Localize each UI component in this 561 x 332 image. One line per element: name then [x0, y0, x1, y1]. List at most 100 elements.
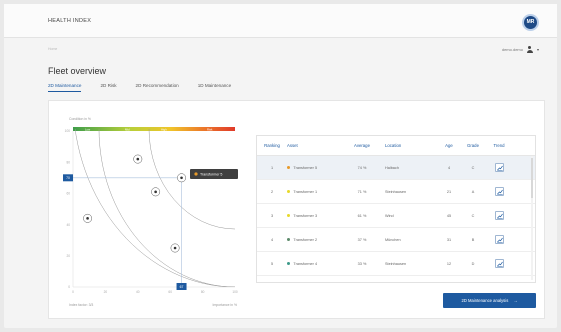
x-tick-label: 100	[232, 290, 238, 294]
y-tick-label: 80	[66, 160, 70, 164]
col-trend[interactable]: Trend	[484, 143, 514, 148]
y-tick-label: 100	[65, 129, 71, 133]
asset-name: Transformer 3	[293, 213, 318, 218]
cell-location: München	[385, 237, 401, 242]
table-row[interactable]: 1 Transformer 5 74 % Halbach 4 C	[257, 156, 535, 180]
top-bar: HEALTH INDEX MR	[4, 4, 557, 38]
cell-grade: D	[471, 261, 475, 266]
maintenance-analysis-button[interactable]: 2D Maintenance analysis →	[443, 293, 536, 308]
arrow-right-icon: →	[513, 298, 518, 303]
overview-card: Condition in % Low Mid High Risk 0 20 40 60…	[48, 100, 545, 319]
table-header: Ranking Asset Average Location Age Grade…	[257, 136, 535, 156]
data-point[interactable]	[83, 213, 93, 223]
scroll-thumb[interactable]	[530, 158, 533, 198]
x-axis-label: Importance in %	[213, 303, 238, 307]
cell-location: Wind	[385, 213, 394, 218]
cell-ranking: 5	[270, 261, 274, 266]
cell-ranking: 1	[270, 165, 274, 170]
user-menu[interactable]: demo.demo ▾	[502, 46, 539, 53]
cell-age: 12	[446, 261, 452, 266]
band-label-risk: Risk	[207, 127, 213, 131]
col-location[interactable]: Location	[381, 143, 436, 148]
ranking-table: Ranking Asset Average Location Age Grade…	[256, 135, 536, 283]
status-dot	[287, 165, 291, 170]
data-point[interactable]	[133, 154, 143, 164]
cell-grade: A	[471, 189, 475, 194]
user-icon	[526, 46, 533, 53]
chevron-down-icon: ▾	[536, 47, 539, 52]
button-label: 2D Maintenance analysis	[461, 298, 509, 303]
col-grade[interactable]: Grade	[462, 143, 484, 148]
data-point[interactable]	[170, 243, 180, 253]
cell-grade: C	[471, 213, 475, 218]
status-dot	[287, 189, 291, 194]
col-asset[interactable]: Asset	[287, 143, 343, 148]
cell-age: 4	[447, 165, 451, 170]
user-name: demo.demo	[501, 47, 523, 52]
breadcrumb[interactable]: Home	[48, 47, 57, 51]
trend-chart-icon[interactable]	[494, 163, 504, 172]
tooltip-text: Transformer 5	[200, 172, 222, 176]
cell-asset: Transformer 1	[287, 190, 343, 194]
cell-location: Halbach	[385, 165, 399, 170]
asset-name: Transformer 1	[293, 189, 318, 194]
tab-2d-maintenance[interactable]: 2D Maintenance	[48, 83, 82, 92]
cell-location: Steinhausen	[385, 261, 407, 266]
y-tick-label: 60	[66, 192, 70, 196]
data-point[interactable]	[151, 187, 161, 197]
app-window: HEALTH INDEX MR Home demo.demo ▾ Fleet o…	[4, 4, 557, 328]
tab-bar: 2D Maintenance 2D Risk 2D Recommendation…	[48, 83, 250, 92]
x-tick-label: 80	[201, 290, 205, 294]
cell-ranking: 2	[270, 189, 274, 194]
cell-age: 45	[446, 213, 452, 218]
table-row[interactable]: 5 Transformer 4 33 % Steinhausen 12 D	[257, 252, 535, 276]
cell-asset: Transformer 4	[287, 262, 343, 266]
chart-footer: Index factor: 3/3	[69, 303, 93, 307]
status-dot	[287, 237, 291, 242]
cell-asset: Transformer 2	[287, 238, 343, 242]
cell-ranking: 4	[270, 237, 274, 242]
cell-asset: Transformer 3	[287, 214, 343, 218]
y-tick-label: 40	[66, 223, 70, 227]
data-points	[83, 154, 186, 253]
col-age[interactable]: Age	[436, 143, 462, 148]
trend-chart-icon[interactable]	[494, 187, 504, 196]
trend-chart-icon[interactable]	[494, 235, 504, 244]
x-tick-label: 40	[136, 290, 140, 294]
y-tick-label: 20	[66, 254, 70, 258]
cell-age: 21	[446, 189, 452, 194]
axis-ticks: 0 20 40 60 80 100 0 20 40 60 80 100	[65, 129, 238, 294]
table-body: 1 Transformer 5 74 % Halbach 4 C 2 Transformer …	[257, 156, 535, 276]
trend-chart-icon[interactable]	[494, 259, 504, 268]
x-tick-label: 60	[168, 290, 172, 294]
tab-2d-recommendation[interactable]: 2D Recommendation	[136, 83, 179, 92]
col-average[interactable]: Average	[343, 143, 381, 148]
col-ranking[interactable]: Ranking	[257, 143, 287, 148]
cell-average: 37 %	[357, 237, 367, 242]
cell-ranking: 3	[270, 213, 274, 218]
cell-location: Steinhausen	[385, 189, 407, 194]
point-tooltip: Transformer 5	[190, 169, 238, 179]
asset-name: Transformer 4	[293, 261, 318, 266]
data-point[interactable]	[177, 173, 186, 183]
table-row[interactable]: 2 Transformer 1 71 % Steinhausen 21 A	[257, 180, 535, 204]
table-row[interactable]: 4 Transformer 2 37 % München 31 B	[257, 228, 535, 252]
tab-2d-risk[interactable]: 2D Risk	[100, 83, 116, 92]
cell-trend	[484, 163, 514, 172]
cell-grade: B	[471, 237, 475, 242]
table-scrollbar[interactable]	[530, 156, 533, 280]
x-tick-label: 20	[104, 290, 108, 294]
y-marker-value: 70	[66, 176, 70, 180]
cell-asset: Transformer 5	[287, 166, 343, 170]
status-dot	[287, 261, 291, 266]
cell-grade: C	[471, 165, 475, 170]
trend-chart-icon[interactable]	[494, 211, 504, 220]
cell-age: 31	[446, 237, 452, 242]
x-tick-label: 0	[72, 290, 74, 294]
table-row[interactable]: 3 Transformer 3 61 % Wind 45 C	[257, 204, 535, 228]
tab-1d-maintenance[interactable]: 1D Maintenance	[198, 83, 231, 92]
brand-logo[interactable]: MR	[522, 14, 539, 31]
y-axis-label: Condition in %	[69, 117, 91, 121]
status-dot	[287, 213, 291, 218]
cell-average: 33 %	[357, 261, 367, 266]
